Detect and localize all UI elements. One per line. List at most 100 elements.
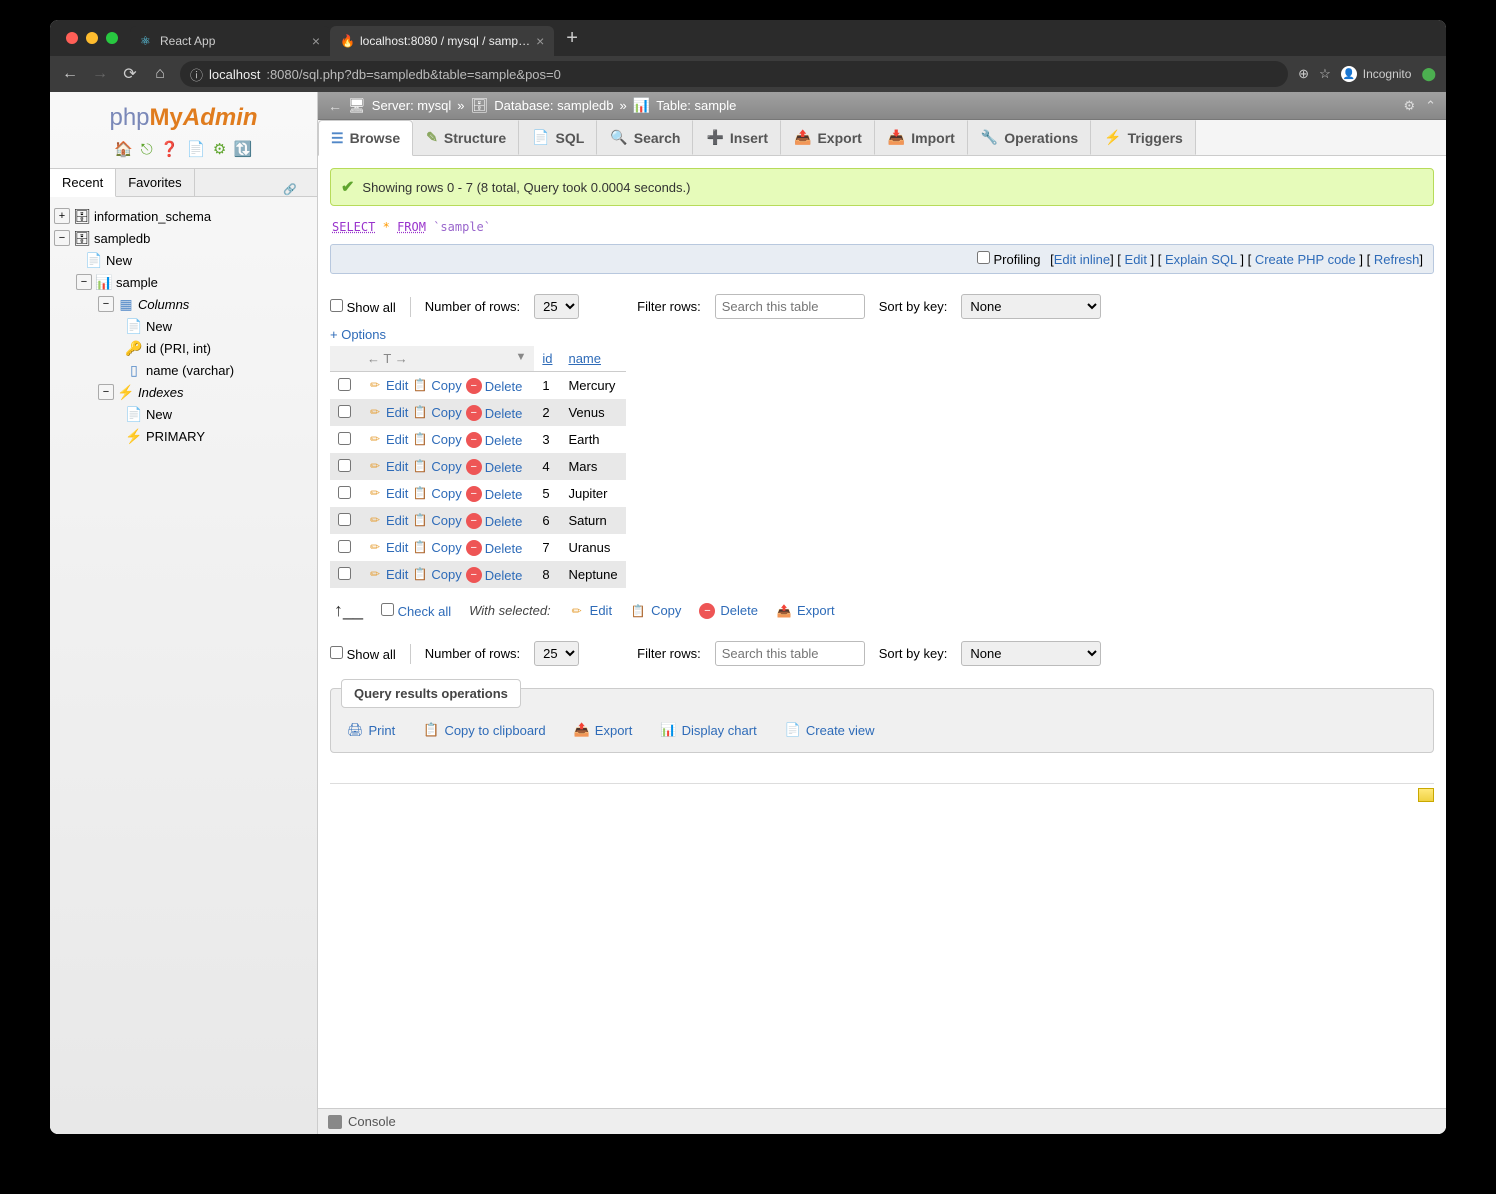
row-delete[interactable]: −Delete	[466, 513, 523, 529]
row-checkbox[interactable]	[338, 378, 351, 391]
phpmyadmin-logo[interactable]: phpMyAdmin	[50, 92, 317, 136]
tab-favorites[interactable]: Favorites	[116, 169, 194, 196]
tab-sql[interactable]: 📄SQL	[519, 120, 597, 155]
gear-icon[interactable]: ⚙	[1403, 98, 1415, 114]
row-delete[interactable]: −Delete	[466, 567, 523, 583]
tab-structure[interactable]: ✎Structure	[413, 120, 519, 155]
refresh-link[interactable]: Refresh	[1374, 252, 1420, 267]
breadcrumb-table[interactable]: Table: sample	[656, 98, 736, 113]
tree-node-primary-index[interactable]: ⚡ PRIMARY	[50, 425, 317, 447]
breadcrumb-server[interactable]: Server: mysql	[372, 98, 451, 113]
collapse-icon[interactable]: −	[98, 296, 114, 312]
explain-link[interactable]: Explain SQL	[1165, 252, 1237, 267]
row-edit[interactable]: ✏Edit	[367, 512, 408, 528]
refresh-icon[interactable]: 🔃	[234, 141, 253, 158]
col-name[interactable]: name	[560, 346, 625, 372]
home-icon[interactable]: 🏠	[114, 141, 133, 158]
options-toggle[interactable]: + Options	[330, 327, 386, 342]
new-tab-button[interactable]: +	[554, 27, 590, 50]
tree-node-indexes[interactable]: − ⚡ Indexes	[50, 381, 317, 403]
qro-copy-clipboard[interactable]: 📋Copy to clipboard	[423, 722, 545, 738]
forward-button[interactable]: →	[90, 65, 110, 83]
tab-export[interactable]: 📤Export	[781, 120, 875, 155]
batch-edit[interactable]: ✏Edit	[569, 603, 612, 619]
batch-export[interactable]: 📤Export	[776, 603, 835, 619]
row-edit[interactable]: ✏Edit	[367, 377, 408, 393]
check-all-link[interactable]: Check all	[398, 604, 451, 619]
row-copy[interactable]: 📋Copy	[412, 377, 461, 393]
tab-search[interactable]: 🔍Search	[597, 120, 693, 155]
row-delete[interactable]: −Delete	[466, 405, 523, 421]
row-checkbox[interactable]	[338, 567, 351, 580]
row-edit[interactable]: ✏Edit	[367, 485, 408, 501]
row-delete[interactable]: −Delete	[466, 486, 523, 502]
qro-display-chart[interactable]: 📊Display chart	[660, 722, 756, 738]
row-copy[interactable]: 📋Copy	[412, 404, 461, 420]
tab-recent[interactable]: Recent	[50, 169, 116, 197]
tab-insert[interactable]: ➕Insert	[693, 120, 781, 155]
zoom-icon[interactable]: ⊕	[1298, 66, 1309, 82]
url-input[interactable]: ⓘ localhost:8080/sql.php?db=sampledb&tab…	[180, 61, 1288, 87]
sort-select[interactable]: None	[961, 294, 1101, 319]
collapse-icon[interactable]: ⌃	[1425, 98, 1436, 114]
row-edit[interactable]: ✏Edit	[367, 566, 408, 582]
qro-print[interactable]: 🖨Print	[347, 722, 395, 738]
row-checkbox[interactable]	[338, 540, 351, 553]
collapse-icon[interactable]: −	[76, 274, 92, 290]
tab-browse[interactable]: ☰Browse	[318, 120, 413, 156]
row-copy[interactable]: 📋Copy	[412, 566, 461, 582]
row-copy[interactable]: 📋Copy	[412, 512, 461, 528]
chevron-down-icon[interactable]: ▼	[515, 351, 526, 363]
check-all-checkbox[interactable]	[381, 603, 394, 616]
row-copy[interactable]: 📋Copy	[412, 458, 461, 474]
row-checkbox[interactable]	[338, 432, 351, 445]
breadcrumb-database[interactable]: Database: sampledb	[494, 98, 613, 113]
tree-node-columns[interactable]: − ▦ Columns	[50, 293, 317, 315]
browser-tab-react[interactable]: ⚛ React App ×	[130, 26, 330, 56]
tree-node-sample-table[interactable]: − 📊 sample	[50, 271, 317, 293]
filter-input[interactable]	[715, 641, 865, 666]
tree-node-id-column[interactable]: 🔑 id (PRI, int)	[50, 337, 317, 359]
reload-button[interactable]: ⟳	[120, 64, 140, 84]
collapse-icon[interactable]: −	[98, 384, 114, 400]
menu-icon[interactable]: ⬤	[1421, 66, 1436, 82]
row-edit[interactable]: ✏Edit	[367, 458, 408, 474]
browser-tab-phpmyadmin[interactable]: 🔥 localhost:8080 / mysql / samp… ×	[330, 26, 554, 56]
link-icon[interactable]: 🔗	[283, 183, 297, 196]
maximize-window-button[interactable]	[106, 32, 118, 44]
expand-icon[interactable]: +	[54, 208, 70, 224]
tree-node-new-column[interactable]: 📄 New	[50, 315, 317, 337]
tree-node-new-table[interactable]: 📄 New	[50, 249, 317, 271]
qro-export[interactable]: 📤Export	[574, 722, 633, 738]
row-delete[interactable]: −Delete	[466, 459, 523, 475]
close-tab-icon[interactable]: ×	[536, 33, 544, 49]
row-edit[interactable]: ✏Edit	[367, 404, 408, 420]
tab-triggers[interactable]: ⚡Triggers	[1091, 120, 1196, 155]
edit-link[interactable]: Edit	[1125, 252, 1147, 267]
show-all-checkbox[interactable]	[330, 646, 343, 659]
settings-icon[interactable]: 📄	[187, 141, 206, 158]
show-all-checkbox[interactable]	[330, 299, 343, 312]
create-php-link[interactable]: Create PHP code	[1255, 252, 1356, 267]
row-checkbox[interactable]	[338, 459, 351, 472]
tree-node-new-index[interactable]: 📄 New	[50, 403, 317, 425]
num-rows-select[interactable]: 25	[534, 294, 579, 319]
row-checkbox[interactable]	[338, 405, 351, 418]
row-delete[interactable]: −Delete	[466, 540, 523, 556]
row-copy[interactable]: 📋Copy	[412, 539, 461, 555]
row-delete[interactable]: −Delete	[466, 378, 523, 394]
row-checkbox[interactable]	[338, 513, 351, 526]
profiling-checkbox[interactable]	[977, 251, 990, 264]
row-copy[interactable]: 📋Copy	[412, 485, 461, 501]
batch-delete[interactable]: −Delete	[699, 603, 758, 619]
tab-operations[interactable]: 🔧Operations	[968, 120, 1091, 155]
row-edit[interactable]: ✏Edit	[367, 539, 408, 555]
close-tab-icon[interactable]: ×	[312, 33, 320, 49]
sort-arrows-icon[interactable]: ← T →	[367, 351, 408, 366]
close-window-button[interactable]	[66, 32, 78, 44]
sticky-note-icon[interactable]	[1418, 788, 1434, 802]
tree-node-sampledb[interactable]: − 🗄 sampledb	[50, 227, 317, 249]
tab-import[interactable]: 📥Import	[875, 120, 968, 155]
home-button[interactable]: ⌂	[150, 65, 170, 83]
star-icon[interactable]: ☆	[1319, 66, 1331, 82]
